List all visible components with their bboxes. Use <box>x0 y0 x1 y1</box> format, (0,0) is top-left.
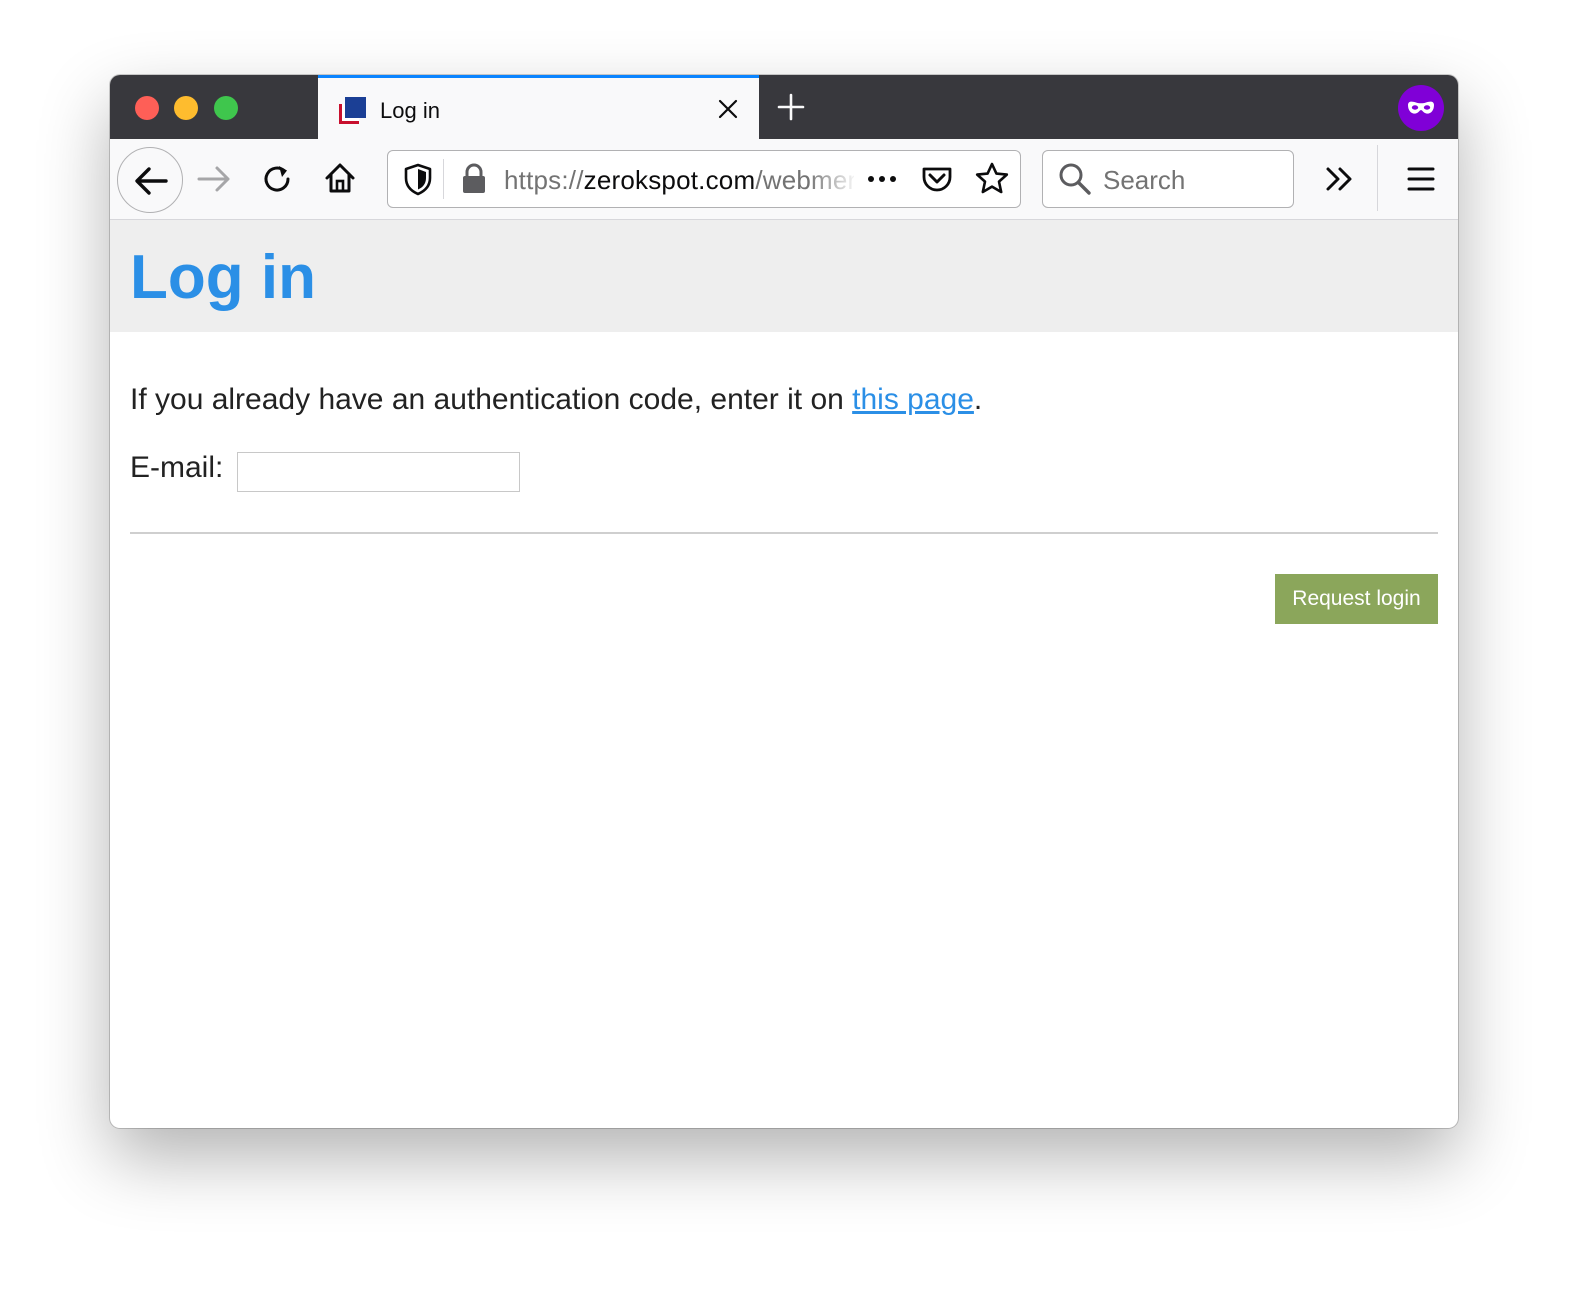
hamburger-menu-icon[interactable] <box>1403 161 1439 197</box>
close-window-button[interactable] <box>135 96 159 120</box>
url-bar[interactable]: https://zerokspot.com/webmentions/ <box>387 150 1021 208</box>
close-icon[interactable] <box>717 98 739 120</box>
url-scheme: https:// <box>504 165 584 195</box>
intro-text: If you already have an authentication co… <box>130 383 982 417</box>
divider <box>130 532 1438 534</box>
tab-bar: Log in <box>110 75 1458 139</box>
search-bar[interactable]: Search <box>1042 150 1294 208</box>
email-label: E-mail: <box>130 451 224 484</box>
email-field[interactable] <box>237 452 520 492</box>
url-text[interactable]: https://zerokspot.com/webmentions/ <box>504 165 854 196</box>
home-icon[interactable] <box>322 160 358 196</box>
plus-icon[interactable] <box>776 92 806 122</box>
intro-text-after: . <box>973 383 983 416</box>
back-button[interactable] <box>117 147 183 213</box>
tab-title: Log in <box>380 98 440 123</box>
back-arrow-icon <box>135 167 168 195</box>
search-icon <box>1059 163 1091 195</box>
intro-text-before: If you already have an authentication co… <box>130 383 853 416</box>
search-placeholder: Search <box>1103 165 1186 195</box>
forward-arrow-icon[interactable] <box>196 161 232 197</box>
reload-icon[interactable] <box>259 161 295 197</box>
star-icon[interactable] <box>974 161 1010 197</box>
browser-window: Log in https://zerokspot.com/webme Searc… <box>110 75 1458 1128</box>
more-dots-icon[interactable] <box>864 161 900 197</box>
site-favicon-icon <box>339 97 366 124</box>
request-login-button[interactable]: Request login <box>1275 574 1438 624</box>
tab-active[interactable]: Log in <box>318 75 759 139</box>
url-host: zerokspot.com <box>583 165 756 195</box>
tracking-protection-shield-icon[interactable] <box>400 161 436 197</box>
zoom-window-button[interactable] <box>214 96 238 120</box>
pocket-icon[interactable] <box>919 161 955 197</box>
url-separator <box>443 159 444 199</box>
minimize-window-button[interactable] <box>174 96 198 120</box>
private-browsing-mask-icon <box>1398 85 1444 131</box>
page-header: Log in <box>110 220 1458 332</box>
toolbar-divider <box>1377 145 1378 211</box>
navigation-toolbar: https://zerokspot.com/webmentions/ Searc… <box>110 139 1458 220</box>
page-title: Log in <box>130 243 316 312</box>
auth-code-link[interactable]: this page <box>852 383 974 416</box>
double-chevron-icon[interactable] <box>1323 161 1359 197</box>
url-fade <box>808 157 858 201</box>
lock-icon[interactable] <box>456 161 492 197</box>
